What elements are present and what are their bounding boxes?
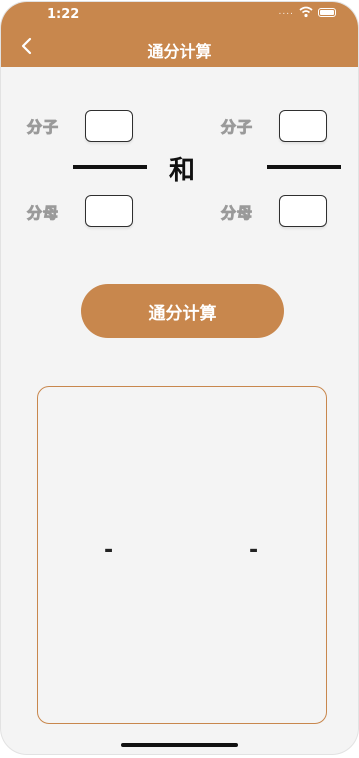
calculate-button[interactable]: 通分计算 [81,284,284,338]
left-numerator-label: 分子 [26,118,60,137]
result-right-value: - [249,538,259,563]
left-denominator-input[interactable] [85,195,133,227]
right-numerator-input[interactable] [279,110,327,142]
right-denominator-input[interactable] [279,195,327,227]
status-icons: .... [279,6,336,18]
right-numerator-label: 分子 [220,118,254,137]
left-denominator-label: 分母 [26,204,60,223]
result-panel [37,386,327,724]
app-screen: 1:22 .... 通分计算 分子 分母 和 分子 分母 通分计算 - - [1,2,358,754]
home-indicator [121,743,238,747]
page-title: 通分计算 [147,42,212,61]
navigation-bar: 1:22 .... 通分计算 [1,2,358,67]
wifi-icon [299,6,313,18]
signal-dots-icon: .... [278,7,294,17]
left-fraction-bar [73,165,147,169]
right-fraction-bar [267,165,341,169]
status-time: 1:22 [47,7,80,22]
connector-text: 和 [169,156,196,186]
battery-icon [318,7,336,17]
right-denominator-label: 分母 [220,204,254,223]
left-numerator-input[interactable] [85,110,133,142]
result-left-value: - [104,538,114,563]
